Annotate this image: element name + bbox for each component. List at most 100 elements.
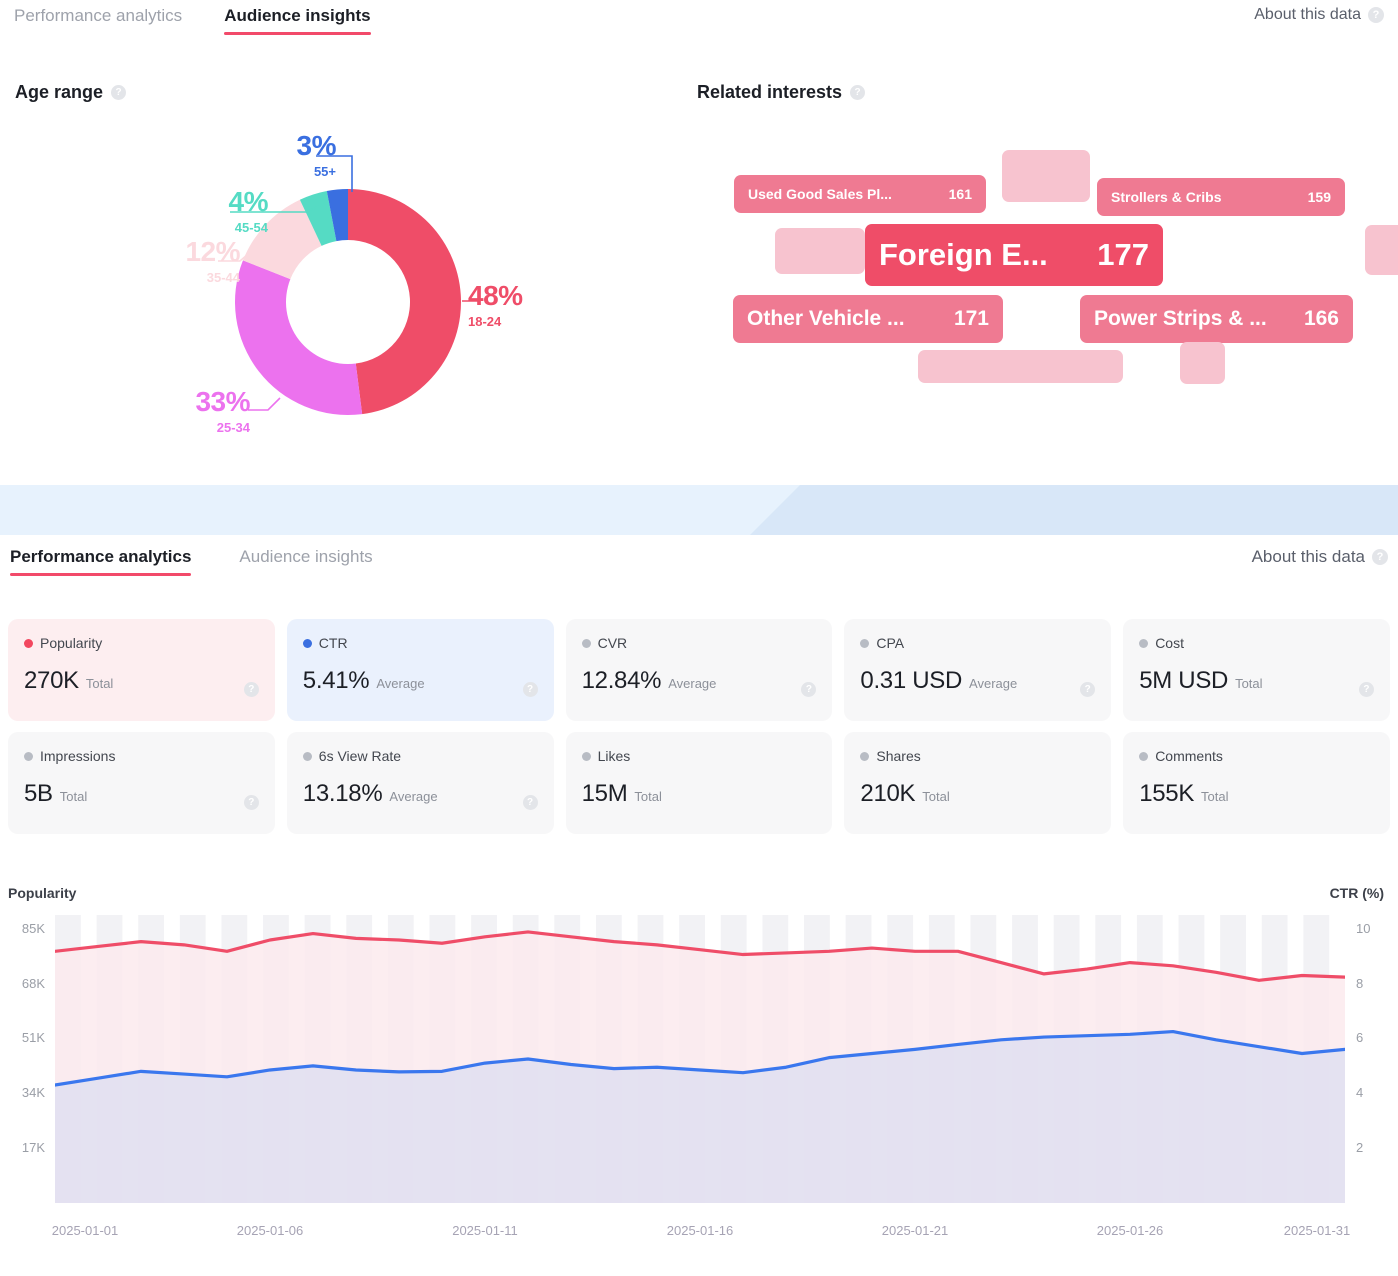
interest-chip-score: 166 [1286,307,1339,331]
chart-y-tick: 17K [21,1140,45,1156]
interest-chip-placeholder [1180,342,1225,384]
donut-label-percent: 3% [296,130,337,161]
metric-value: 270K [24,667,79,694]
metric-aggregation: Average [389,789,438,804]
interest-chip-placeholder [775,228,865,274]
metric-card-ctr[interactable]: CTR 5.41% Average? [286,619,554,721]
metric-aggregation: Total [634,789,662,804]
donut-label-35-44: 12% 35-44 [185,238,240,285]
interest-chip-label: Foreign E... [879,237,1048,272]
donut-segment-25-34[interactable] [235,260,363,415]
metric-card-body: 210K Total [860,780,1095,808]
chart-y2-tick: 8 [1356,975,1364,991]
help-icon[interactable]: ? [243,795,259,810]
metric-card-body: 5M USD Total [1139,667,1374,695]
interest-chip-label: Other Vehicle ... [747,307,905,330]
age-range-title: Age range ? [15,82,127,103]
tab-audience-performance-analytics[interactable]: Performance analytics [14,6,182,35]
interest-chip-label: Strollers & Cribs [1111,189,1222,205]
interest-chip-score: 161 [935,186,972,202]
metric-aggregation: Total [85,676,114,691]
chart-y2-tick: 10 [1356,920,1371,936]
help-icon[interactable]: ? [522,682,538,697]
chart-y2-tick: 2 [1356,1140,1364,1156]
donut-segment-18-24[interactable] [348,189,461,415]
metric-card-header: Popularity [24,635,259,651]
performance-tabbar: Performance analytics Audience insights … [10,547,1388,576]
help-icon[interactable]: ? [522,795,538,810]
metric-name: Comments [1155,748,1223,764]
metric-color-dot [1139,751,1149,761]
metric-card-body: 5.41% Average [303,667,538,695]
tab-label: Performance analytics [10,547,192,566]
age-range-donut-chart: 48% 18-24 33% 25-34 12% 35-44 4% 45-54 3% 55+ [120,120,590,450]
metric-color-dot [24,638,33,648]
performance-analytics-panel: Performance analytics Audience insights … [0,535,1398,1276]
tab-performance-analytics[interactable]: Performance analytics [10,547,192,576]
help-icon[interactable]: ? [1358,682,1374,697]
chart-y2-tick: 6 [1356,1030,1364,1046]
about-this-data-link-audience[interactable]: About this data ? [1254,6,1384,24]
chart-x-tick: 2025-01-16 [666,1223,734,1238]
metric-card-comments[interactable]: Comments 155K Total [1123,732,1390,834]
interest-chip[interactable]: Foreign E... 177 [865,224,1163,286]
interest-chip[interactable]: Power Strips & ... 166 [1080,295,1353,343]
help-icon[interactable]: ? [1372,549,1388,565]
audience-insights-panel: Performance analytics Audience insights … [0,0,1398,485]
flame-icon [1294,191,1303,203]
help-icon[interactable]: ? [850,85,866,100]
metric-name: Cost [1155,635,1184,651]
tab-audience-insights[interactable]: Audience insights [224,6,372,35]
donut-label-range: 18-24 [468,314,502,329]
metric-card-popularity[interactable]: Popularity 270K Total? [8,619,275,721]
metric-value: 5M USD [1139,667,1229,694]
metric-value: 5B [24,780,53,807]
metric-card-shares[interactable]: Shares 210K Total [844,732,1112,834]
metric-card-6s-view-rate[interactable]: 6s View Rate 13.18% Average? [286,732,554,834]
metric-card-cpa[interactable]: CPA 0.31 USD Average? [844,619,1112,721]
metric-card-header: Likes [581,748,817,764]
metric-aggregation: Total [59,789,88,804]
donut-label-range: 45-54 [234,220,268,235]
flame-icon [1073,242,1092,269]
tab-label: Audience insights [239,547,373,566]
metric-card-header: Shares [860,748,1095,764]
interest-chip[interactable]: Used Good Sales Pl... 161 [734,175,986,213]
interest-chip[interactable]: Strollers & Cribs 159 [1097,178,1345,216]
flame-icon [1286,310,1299,328]
donut-label-55+: 3% 55+ [296,130,337,179]
age-range-title-label: Age range [15,82,104,102]
metric-aggregation: Average [969,676,1018,691]
flame-icon [936,310,949,328]
metric-card-impressions[interactable]: Impressions 5B Total? [8,732,275,834]
tab-performance-audience-insights[interactable]: Audience insights [239,547,372,576]
metric-value: 0.31 USD [860,667,963,694]
metric-card-likes[interactable]: Likes 15M Total [565,732,833,834]
interest-chip-score-value: 166 [1303,307,1339,330]
interest-chip-score: 171 [936,307,989,331]
metric-name: Likes [597,748,631,764]
metric-card-cvr[interactable]: CVR 12.84% Average? [565,619,833,721]
interest-chip[interactable]: Other Vehicle ... 171 [733,295,1003,343]
metric-card-cost[interactable]: Cost 5M USD Total? [1123,619,1390,721]
metric-color-dot [581,751,591,761]
donut-leader-line [248,397,281,411]
help-icon[interactable]: ? [243,682,259,697]
metric-card-header: Comments [1139,748,1374,764]
help-icon[interactable]: ? [1368,7,1384,23]
related-interests-cloud: Used Good Sales Pl... 161 Strollers & Crib… [697,120,1398,440]
metric-aggregation: Average [668,676,717,691]
metric-card-header: CTR [302,635,538,651]
metric-name: 6s View Rate [318,748,402,764]
audience-tabbar: Performance analytics Audience insights … [14,6,1384,35]
interest-chip-score-value: 159 [1307,189,1331,205]
popularity-ctr-line-chart: Popularity CTR (%) 85K 68K 51K 34K 17K 10 8 6 4 2… [0,885,1398,1275]
donut-label-range: 55+ [313,164,336,179]
metric-card-body: 270K Total [24,667,259,695]
about-this-data-link-performance[interactable]: About this data ? [1252,547,1388,567]
metric-name: CTR [318,635,348,651]
chart-y2-tick: 4 [1356,1085,1364,1101]
help-icon[interactable]: ? [111,85,127,100]
interest-chip-score: 177 [1073,237,1149,273]
related-interests-title-label: Related interests [697,82,843,102]
